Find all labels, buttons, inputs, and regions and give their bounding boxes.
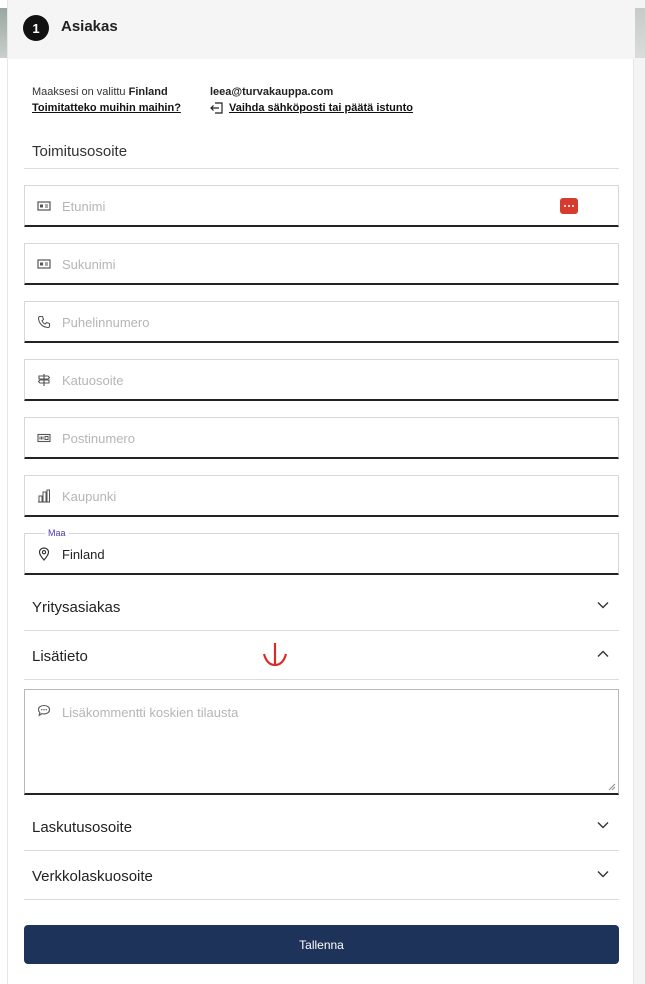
session-info: leea@turvakauppa.com Vaihda sähköposti t… bbox=[210, 84, 413, 116]
step-number-badge: 1 bbox=[23, 15, 49, 41]
company-customer-title: Yritysasiakas bbox=[32, 599, 121, 616]
password-manager-icon[interactable] bbox=[560, 198, 578, 214]
country-field-label: Maa bbox=[45, 528, 69, 538]
selected-country: Finland bbox=[128, 86, 168, 98]
customer-panel: 1 Asiakas Maaksesi on valittu Finland To… bbox=[7, 0, 635, 984]
postcode-field[interactable]: Postinumero bbox=[24, 417, 619, 459]
billing-address-title: Laskutusosoite bbox=[32, 819, 133, 836]
company-customer-section[interactable]: Yritysasiakas bbox=[24, 582, 619, 631]
first-name-placeholder: Etunimi bbox=[62, 199, 106, 214]
country-info: Maaksesi on valittu Finland Toimitatteko… bbox=[32, 84, 181, 116]
postcode-placeholder: Postinumero bbox=[62, 431, 135, 446]
country-prefix: Maaksesi on valittu bbox=[32, 86, 126, 98]
phone-field[interactable]: Puhelinnumero bbox=[24, 301, 619, 343]
country-value: Finland bbox=[62, 547, 105, 562]
user-email: leea@turvakauppa.com bbox=[210, 86, 334, 98]
street-placeholder: Katuosoite bbox=[62, 373, 124, 388]
step-header[interactable]: 1 Asiakas bbox=[8, 0, 635, 59]
city-placeholder: Kaupunki bbox=[62, 489, 117, 504]
resize-handle-icon[interactable] bbox=[607, 782, 616, 791]
last-name-field[interactable]: Sukunimi bbox=[24, 243, 619, 285]
chevron-down-icon bbox=[597, 602, 609, 609]
signpost-icon bbox=[37, 374, 51, 386]
chevron-up-icon bbox=[597, 650, 609, 657]
comment-textarea[interactable]: Lisäkommentti koskien tilausta bbox=[24, 689, 619, 795]
change-email-link[interactable]: Vaihda sähköposti tai päätä istunto bbox=[210, 100, 413, 116]
comment-placeholder: Lisäkommentti koskien tilausta bbox=[62, 705, 239, 720]
background-image-strip bbox=[634, 8, 645, 58]
divider bbox=[24, 168, 619, 169]
id-card-icon bbox=[37, 201, 51, 211]
change-email-label: Vaihda sähköposti tai päätä istunto bbox=[229, 102, 413, 114]
id-card-icon bbox=[37, 259, 51, 269]
street-address-field[interactable]: Katuosoite bbox=[24, 359, 619, 401]
map-pin-icon bbox=[38, 547, 50, 561]
logout-icon bbox=[210, 102, 223, 114]
background-image-strip bbox=[0, 8, 7, 58]
first-name-field[interactable]: Etunimi bbox=[24, 185, 619, 227]
phone-placeholder: Puhelinnumero bbox=[62, 315, 150, 330]
extra-info-title: Lisätieto bbox=[32, 648, 88, 665]
speech-bubble-icon bbox=[37, 704, 51, 717]
country-field[interactable]: Maa Finland bbox=[24, 528, 619, 575]
background-right-edge bbox=[634, 0, 645, 984]
billing-address-section[interactable]: Laskutusosoite bbox=[24, 802, 619, 851]
chevron-down-icon bbox=[597, 822, 609, 829]
city-field[interactable]: Kaupunki bbox=[24, 475, 619, 517]
last-name-placeholder: Sukunimi bbox=[62, 257, 116, 272]
chevron-down-icon bbox=[597, 871, 609, 878]
save-button[interactable]: Tallenna bbox=[24, 925, 619, 964]
einvoice-address-title: Verkkolaskuosoite bbox=[32, 868, 153, 885]
einvoice-address-section[interactable]: Verkkolaskuosoite bbox=[24, 851, 619, 900]
other-countries-link[interactable]: Toimitatteko muihin maihin? bbox=[32, 100, 181, 116]
postcode-icon bbox=[37, 433, 51, 443]
extra-info-section[interactable]: Lisätieto bbox=[24, 631, 619, 680]
step-title: Asiakas bbox=[61, 18, 118, 35]
phone-icon bbox=[37, 315, 51, 329]
country-text: Maaksesi on valittu Finland bbox=[32, 84, 181, 100]
shipping-address-title: Toimitusosoite bbox=[32, 143, 128, 160]
city-icon bbox=[38, 489, 50, 503]
annotation-arrow-icon bbox=[262, 643, 288, 667]
